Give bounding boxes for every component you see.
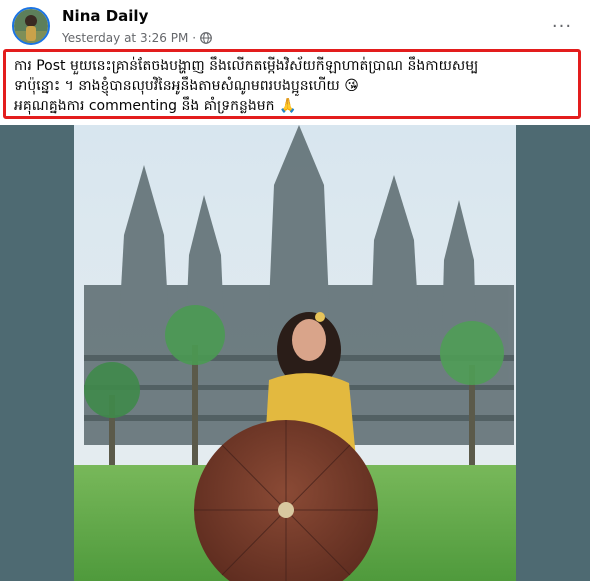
meta-separator: ·: [192, 31, 197, 45]
post-meta: Yesterday at 3:26 PM ·: [62, 31, 213, 45]
author-name[interactable]: Nina Daily: [62, 7, 148, 25]
avatar[interactable]: [12, 7, 50, 45]
more-options-icon[interactable]: ···: [548, 12, 576, 40]
post-caption: ការ Post មួយនេះគ្រាន់តែចងបង្ហាញ នឹងលើកតម…: [3, 49, 581, 119]
post-header: Nina Daily Yesterday at 3:26 PM · ···: [0, 0, 590, 50]
caption-line: ទាប៉ុន្នោះ ។ នាងខ្ញុំបានលុបវិនៃអូនឹងតាមស…: [14, 78, 359, 94]
globe-icon: [200, 32, 213, 44]
caption-line: អគុណគ្នងការ commenting នឹង គាំទ្រកន្លងមក…: [14, 98, 297, 114]
post-timestamp[interactable]: Yesterday at 3:26 PM: [62, 31, 188, 45]
caption-line: ការ Post មួយនេះគ្រាន់តែចងបង្ហាញ នឹងលើកតម…: [14, 58, 479, 74]
post-photo[interactable]: [74, 125, 516, 581]
post-media: [0, 125, 590, 581]
